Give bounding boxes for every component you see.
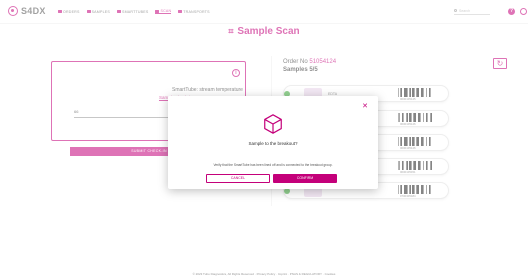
footer: © 2023 Tubo Diagnostics, All Rights Rese…: [192, 272, 336, 276]
confirm-modal: ✕ Sample to the breakout? Verify that th…: [168, 96, 378, 189]
close-icon[interactable]: ✕: [362, 102, 368, 110]
confirm-button[interactable]: CONFIRM: [273, 174, 337, 183]
modal-title: Sample to the breakout?: [248, 141, 298, 146]
box-icon: [264, 114, 282, 134]
cancel-button[interactable]: CANCEL: [206, 174, 270, 183]
modal-description: Verify that the SmartTube has been lined…: [213, 163, 333, 167]
